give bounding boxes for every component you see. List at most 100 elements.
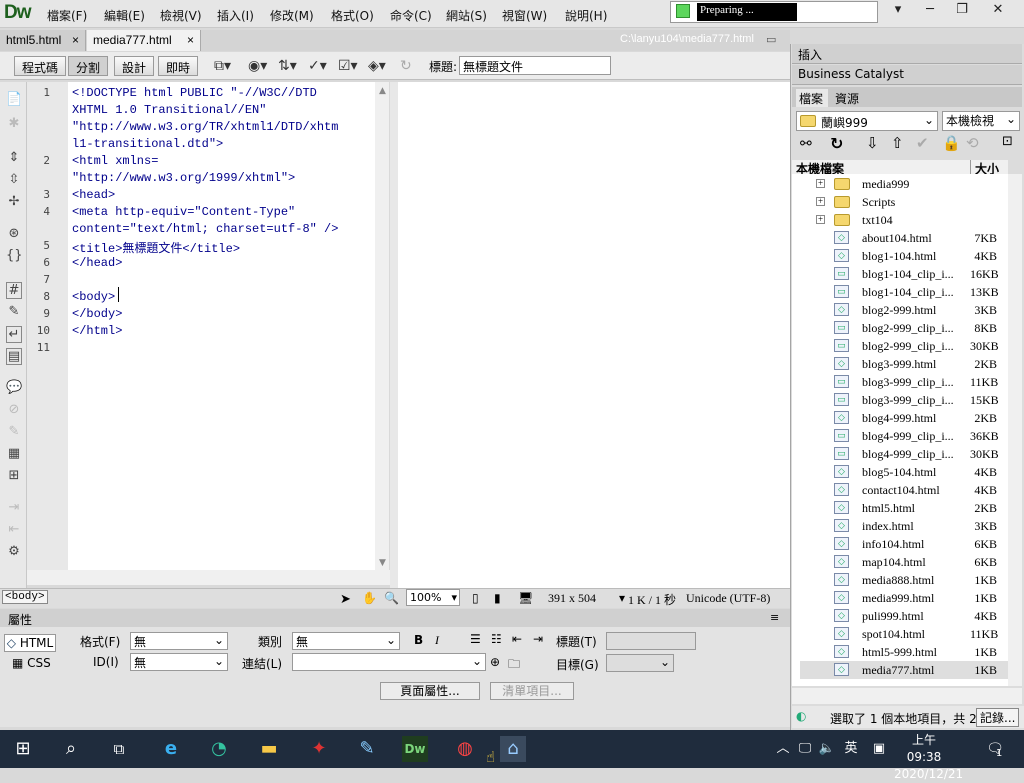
code-line[interactable]: <head> <box>72 188 115 202</box>
design-view-button[interactable]: 設計 <box>114 56 155 76</box>
title-input[interactable]: 無標題文件 <box>459 56 611 75</box>
apply-comment-icon[interactable]: 💬 <box>6 380 22 395</box>
code-line[interactable]: </head> <box>72 256 122 270</box>
put-files-icon[interactable]: ⇧ <box>891 134 904 152</box>
format-source-icon[interactable]: ⚙ <box>6 544 22 559</box>
view-select[interactable]: 本機檢視 ⌄ <box>942 111 1020 131</box>
visual-aids-icon[interactable]: ◈▾ <box>368 58 386 74</box>
folder-row[interactable]: + txt104 <box>800 211 1010 229</box>
clock[interactable]: 上午 09:38 2020/12/21 <box>894 732 963 783</box>
pointer-tool-icon[interactable]: ➤ <box>340 591 351 607</box>
log-button[interactable]: 記錄... <box>976 708 1020 727</box>
menu-item-6[interactable]: 命令(C) <box>390 7 432 24</box>
menu-item-0[interactable]: 檔案(F) <box>47 7 87 24</box>
chrome-icon[interactable]: ◍ <box>452 736 478 762</box>
select-parent-tag-icon[interactable]: ⊛ <box>6 226 22 241</box>
point-to-file-icon[interactable]: ⊕ <box>490 655 500 669</box>
notes-icon[interactable]: ✎ <box>354 736 380 762</box>
file-row[interactable]: ◇ html5.html 2KB <box>800 499 1010 517</box>
collapse-selection-icon[interactable]: ⇳ <box>6 172 22 187</box>
code-line[interactable]: "http://www.w3.org/TR/xhtml1/DTD/xhtm <box>72 120 338 134</box>
menu-item-4[interactable]: 修改(M) <box>270 7 314 24</box>
split-view-button[interactable]: 分割 <box>68 56 109 76</box>
tab-assets[interactable]: 資源 <box>832 89 866 107</box>
code-view-button[interactable]: 程式碼 <box>14 56 67 76</box>
target-select[interactable]: ⌄ <box>606 654 674 672</box>
list-item-button[interactable]: 清單項目... <box>490 682 574 700</box>
panel-menu-icon[interactable]: ≡ <box>770 611 779 624</box>
hand-tool-icon[interactable]: ✋ <box>362 591 377 606</box>
remove-comment-icon[interactable]: ⊘ <box>6 402 22 417</box>
expand-icon[interactable]: + <box>816 179 825 188</box>
notification-center-icon[interactable]: 🗨 <box>982 736 1008 762</box>
restore-button[interactable]: ❐ <box>944 0 980 20</box>
outdent-icon[interactable]: ⇤ <box>6 522 22 537</box>
collapse-tag-icon[interactable]: ⇕ <box>6 150 22 165</box>
file-row[interactable]: ◇ blog3-999.html 2KB <box>800 355 1010 373</box>
network-app-icon[interactable]: ⌂ <box>500 736 526 762</box>
code-line[interactable]: </body> <box>72 307 122 321</box>
file-row[interactable]: ◇ media777.html 1KB <box>800 661 1010 679</box>
indent-text-icon[interactable]: ⇥ <box>533 632 543 646</box>
files-horizontal-scrollbar[interactable] <box>792 688 1022 704</box>
tablet-size-icon[interactable]: ▮ <box>494 591 501 606</box>
tag-selector[interactable]: <body> <box>2 590 48 604</box>
file-row[interactable]: ▭ blog4-999_clip_i... 30KB <box>800 445 1010 463</box>
menu-item-7[interactable]: 網站(S) <box>446 7 487 24</box>
browser-preview-icon[interactable]: ◉▾ <box>248 58 267 74</box>
scroll-down-icon[interactable]: ▼ <box>379 558 386 568</box>
file-row[interactable]: ▭ blog1-104_clip_i... 16KB <box>800 265 1010 283</box>
file-row[interactable]: ▭ blog3-999_clip_i... 11KB <box>800 373 1010 391</box>
mobile-size-icon[interactable]: ▯ <box>472 591 479 606</box>
input-method-icon[interactable]: ▣ <box>866 736 892 762</box>
menu-item-5[interactable]: 格式(O) <box>331 7 374 24</box>
file-row[interactable]: ◇ blog2-999.html 3KB <box>800 301 1010 319</box>
italic-button[interactable]: I <box>435 633 439 648</box>
ordered-list-icon[interactable]: ☷ <box>491 632 502 646</box>
menu-item-2[interactable]: 檢視(V) <box>160 7 202 24</box>
balance-braces-icon[interactable]: {} <box>6 248 23 263</box>
file-row[interactable]: ◇ blog4-999.html 2KB <box>800 409 1010 427</box>
business-catalyst-header[interactable]: Business Catalyst <box>792 65 1022 85</box>
code-line[interactable]: <html xmlns= <box>72 154 158 168</box>
file-row[interactable]: ◇ blog1-104.html 4KB <box>800 247 1010 265</box>
file-row[interactable]: ◇ media888.html 1KB <box>800 571 1010 589</box>
menu-item-3[interactable]: 插入(I) <box>217 7 254 24</box>
format-select[interactable]: 無 ⌄ <box>130 632 228 650</box>
connect-icon[interactable]: ⚯ <box>800 136 812 152</box>
indent-icon[interactable]: ⇥ <box>6 500 22 515</box>
bold-button[interactable]: B <box>414 633 423 647</box>
scroll-up-icon[interactable]: ▲ <box>379 86 386 96</box>
file-row[interactable]: ◇ media999.html 1KB <box>800 589 1010 607</box>
internet-explorer-icon[interactable]: e <box>158 736 184 762</box>
file-row[interactable]: ◇ map104.html 6KB <box>800 553 1010 571</box>
get-files-icon[interactable]: ⇩ <box>866 134 879 152</box>
file-row[interactable]: ◇ spot104.html 11KB <box>800 625 1010 643</box>
tab-media777[interactable]: media777.html × <box>87 30 201 51</box>
file-explorer-icon[interactable]: ▬ <box>256 736 282 762</box>
file-row[interactable]: ◇ about104.html 7KB <box>800 229 1010 247</box>
check-in-icon[interactable]: 🔒 <box>942 134 961 152</box>
minimize-button[interactable]: ─ <box>912 0 948 20</box>
code-line[interactable]: <body> <box>72 290 115 304</box>
multiscreen-icon[interactable]: ⧉▾ <box>214 58 231 74</box>
ime-indicator[interactable]: 英 <box>838 736 864 762</box>
dropdown-icon[interactable]: ▾ <box>880 0 916 20</box>
open-documents-icon[interactable]: 📄 <box>6 92 22 107</box>
code-line[interactable]: "http://www.w3.org/1999/xhtml"> <box>72 171 295 185</box>
code-line[interactable]: </html> <box>72 324 122 338</box>
desktop-size-icon[interactable]: 🖥 <box>518 591 533 606</box>
insert-panel-header[interactable]: 插入 <box>792 44 1022 64</box>
file-row[interactable]: ▭ blog2-999_clip_i... 8KB <box>800 319 1010 337</box>
search-icon[interactable]: ⌕ <box>58 736 84 762</box>
validate-icon[interactable]: ✓▾ <box>308 58 327 74</box>
link-input[interactable]: ⌄ <box>292 653 486 671</box>
refresh-files-icon[interactable]: ↻ <box>830 134 843 153</box>
folder-row[interactable]: + Scripts <box>800 193 1010 211</box>
window-size-dropdown-icon[interactable]: ▾ <box>619 591 625 606</box>
folder-row[interactable]: + media999 <box>800 175 1010 193</box>
file-row[interactable]: ▭ blog4-999_clip_i... 36KB <box>800 427 1010 445</box>
tab-html5[interactable]: html5.html × <box>0 30 86 51</box>
file-row[interactable]: ▭ blog3-999_clip_i... 15KB <box>800 391 1010 409</box>
design-view-canvas[interactable] <box>398 82 790 588</box>
